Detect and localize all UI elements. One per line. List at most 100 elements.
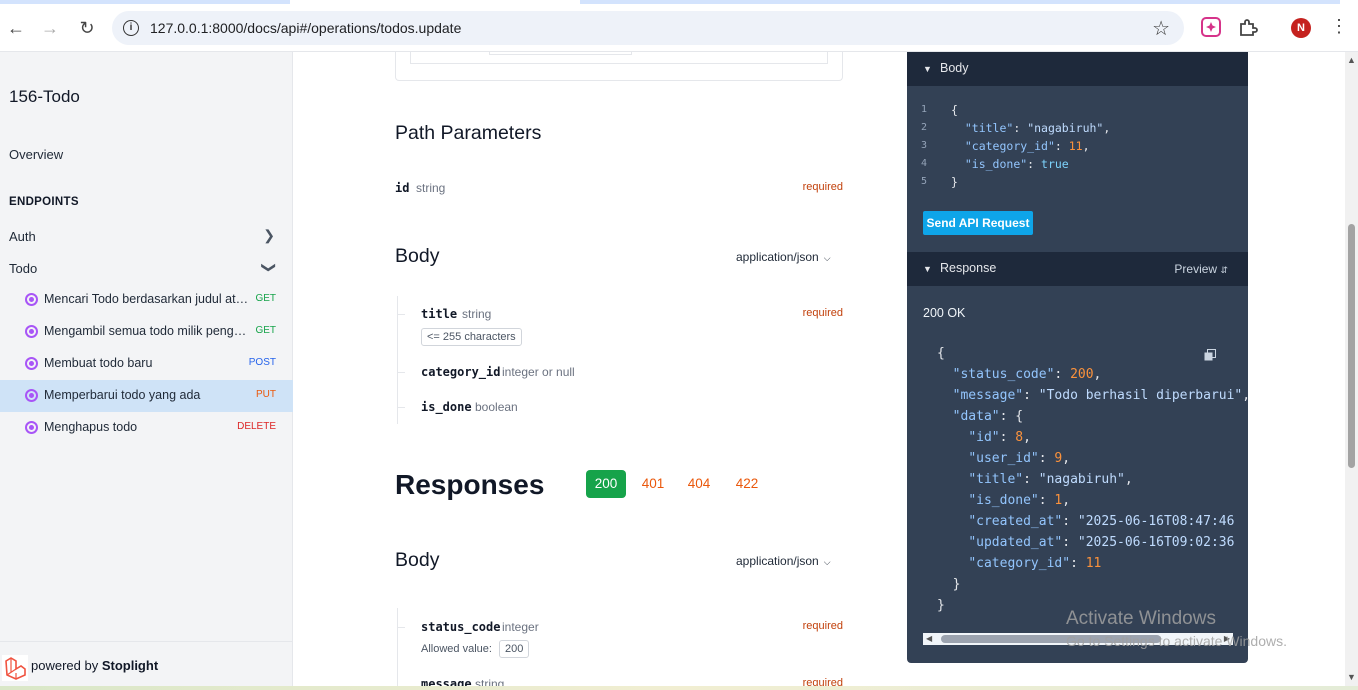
tab-strip — [0, 0, 290, 4]
scroll-left-arrow-icon[interactable]: ◀ — [926, 634, 932, 643]
url-text[interactable]: 127.0.0.1:8000/docs/api#/operations/todo… — [150, 20, 461, 36]
code-line: } — [937, 598, 945, 613]
code-line: "status_code": 200, — [952, 367, 1102, 382]
response-status: 200 OK — [923, 306, 966, 320]
line-number: 5 — [921, 176, 928, 187]
sidebar-group-auth[interactable]: Auth ❯ — [0, 223, 293, 251]
scroll-up-arrow-icon[interactable]: ▲ — [1347, 55, 1356, 65]
reload-icon[interactable]: ↻ — [75, 16, 99, 40]
code-line: } — [951, 175, 958, 189]
json-value: "nagabiruh" — [1038, 472, 1125, 487]
json-value: 8 — [1015, 430, 1024, 445]
sidebar-item-list-todos[interactable]: Mengambil semua todo milik pengguna GET — [0, 316, 293, 348]
copy-icon[interactable] — [1204, 349, 1216, 361]
sidebar-item-label: Menghapus todo — [44, 420, 138, 434]
line-number: 3 — [921, 140, 928, 151]
path-parameters-heading: Path Parameters — [395, 122, 542, 144]
code-line: "data": { — [952, 409, 1024, 424]
panel-title: Body — [940, 61, 969, 75]
code-line: "is_done": true — [964, 157, 1069, 171]
response-content-type-select[interactable]: application/json ⌵ — [736, 554, 831, 568]
chevron-down-icon: ⌵ — [823, 253, 831, 263]
param-name: id — [395, 181, 410, 195]
forward-arrow-icon[interactable]: → — [38, 16, 62, 40]
operation-icon — [25, 389, 38, 402]
response-tab-422[interactable]: 422 — [727, 470, 767, 498]
preview-select[interactable]: Preview ⇵ — [1174, 262, 1228, 276]
address-bar[interactable]: i 127.0.0.1:8000/docs/api#/operations/to… — [112, 11, 1184, 45]
scroll-down-arrow-icon[interactable]: ▼ — [1347, 672, 1356, 682]
sidebar-group-todo[interactable]: Todo ❯ — [0, 255, 293, 283]
sidebar-item-label: Mengambil semua todo milik pengguna — [44, 324, 250, 338]
response-tab-404[interactable]: 404 — [679, 470, 719, 498]
response-header[interactable]: ▼ Response Preview ⇵ — [907, 252, 1248, 286]
response-tab-200[interactable]: 200 — [586, 470, 626, 498]
watermark-subtitle: Go to Settings to activate Windows. — [1066, 633, 1287, 649]
extension-sparkle-icon[interactable] — [1200, 16, 1222, 38]
code-line: "is_done": 1, — [968, 493, 1071, 508]
try-it-panel: ▼ Body 1 {2 "title": "nagabiruh", 3 "categ… — [907, 52, 1248, 663]
content-type-value: application/json — [736, 250, 819, 264]
line-number: 1 — [921, 104, 928, 115]
response-tab-401[interactable]: 401 — [633, 470, 673, 498]
operation-icon — [25, 325, 38, 338]
json-value: "nagabiruh" — [1027, 121, 1104, 135]
json-key: "status_code" — [952, 367, 1055, 382]
request-box — [395, 52, 843, 81]
response-body-heading: Body — [395, 549, 440, 571]
request-body-header[interactable]: ▼ Body — [907, 52, 1248, 86]
body-field-category-id: category_id integer or null — [421, 365, 843, 385]
sidebar-item-update-todo[interactable]: Memperbarui todo yang ada PUT — [0, 380, 293, 412]
chevron-down-icon: ⌵ — [823, 557, 831, 567]
code-line: "title": "nagabiruh", — [968, 472, 1133, 487]
json-value: 1 — [1054, 493, 1063, 508]
send-api-request-button[interactable]: Send API Request — [923, 211, 1033, 235]
footer-text: powered by Stoplight — [31, 658, 159, 673]
stoplight-brand: Stoplight — [101, 658, 159, 673]
operation-icon — [25, 421, 38, 434]
back-arrow-icon[interactable]: ← — [4, 16, 28, 40]
bookmark-star-icon[interactable]: ☆ — [1152, 16, 1170, 41]
preview-label: Preview — [1174, 262, 1218, 276]
sidebar-item-delete-todo[interactable]: Menghapus todo DELETE — [0, 412, 293, 444]
code-line: "title": "nagabiruh", — [964, 121, 1111, 135]
json-key: "created_at" — [968, 514, 1063, 529]
body-heading: Body — [395, 245, 440, 267]
method-badge: GET — [255, 293, 276, 304]
sort-arrows-icon: ⇵ — [1220, 265, 1228, 275]
body-field-title: title string required — [421, 307, 843, 327]
operation-icon — [25, 357, 38, 370]
input-placeholder — [489, 52, 632, 55]
code-line: "id": 8, — [968, 430, 1031, 445]
json-value: "Todo berhasil diperbarui" — [1038, 388, 1243, 403]
page-scrollbar[interactable]: ▲ ▼ — [1345, 52, 1358, 690]
json-key: "category_id" — [964, 139, 1055, 153]
json-key: "title" — [968, 472, 1024, 487]
code-line: "created_at": "2025-06-16T08:47:46 — [968, 514, 1235, 529]
allowed-value-label: Allowed value: — [421, 643, 492, 655]
laravel-logo-icon — [2, 655, 28, 681]
api-title[interactable]: 156-Todo — [9, 87, 80, 107]
site-info-icon[interactable]: i — [123, 20, 139, 36]
content-type-select[interactable]: application/json ⌵ — [736, 250, 831, 264]
sidebar-item-overview[interactable]: Overview — [9, 147, 63, 162]
scrollbar-thumb[interactable] — [1348, 224, 1355, 468]
sidebar-item-search-todo[interactable]: Mencari Todo berdasarkan judul atau kate… — [0, 284, 293, 316]
field-type: boolean — [475, 400, 518, 414]
content-type-value: application/json — [736, 554, 819, 568]
endpoints-section-label: ENDPOINTS — [9, 196, 79, 208]
code-line: "message": "Todo berhasil diperbarui", — [952, 388, 1248, 403]
sidebar-item-label: Membuat todo baru — [44, 356, 153, 370]
browser-menu-icon[interactable]: ⋮ — [1330, 16, 1348, 37]
panel-title: Response — [940, 261, 997, 275]
sidebar-group-label: Todo — [9, 261, 38, 276]
body-field-is-done: is_done boolean — [421, 400, 843, 420]
profile-avatar[interactable]: N — [1291, 18, 1311, 38]
response-field-status-code: status_code integer required — [421, 620, 843, 640]
stoplight-footer[interactable]: powered by Stoplight — [0, 641, 293, 690]
method-badge: GET — [255, 325, 276, 336]
sidebar-item-create-todo[interactable]: Membuat todo baru POST — [0, 348, 293, 380]
chevron-right-icon: ❯ — [263, 227, 275, 243]
field-name: title — [421, 307, 458, 321]
extensions-puzzle-icon[interactable] — [1237, 16, 1259, 38]
